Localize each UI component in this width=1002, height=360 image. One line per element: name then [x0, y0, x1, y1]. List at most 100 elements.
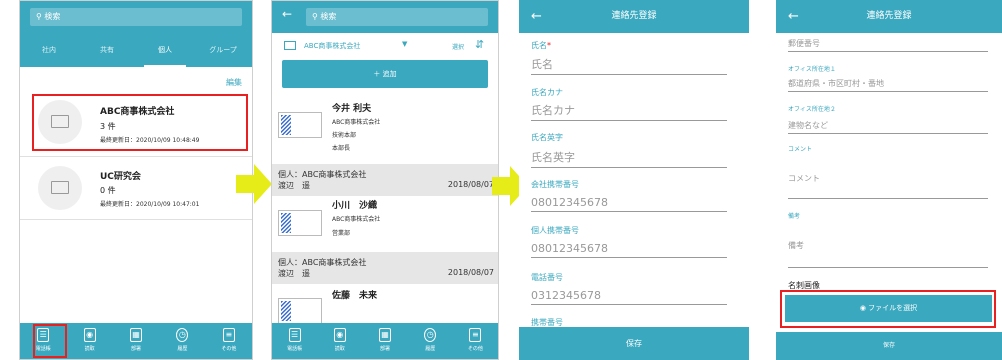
field-label-address2: オフィス所在地２ — [788, 106, 836, 113]
nav-other[interactable]: ≡ その他 — [453, 323, 498, 359]
tab-group[interactable]: グループ — [194, 33, 252, 67]
nav-label: 部署 — [380, 346, 391, 352]
nav-label: 履歴 — [177, 346, 188, 352]
kana-field[interactable]: 氏名カナ — [531, 102, 727, 121]
contact-name: 佐藤 未来 — [332, 291, 378, 301]
tab-company[interactable]: 社内 — [20, 33, 78, 67]
contact-title: 本部長 — [332, 145, 351, 152]
comment-field[interactable]: コメント — [788, 173, 988, 199]
divider — [20, 219, 252, 220]
address2-field[interactable]: 建物名など — [788, 120, 988, 134]
field-label-comment: コメント — [788, 146, 813, 153]
sort-icon[interactable]: ⇵ — [475, 38, 484, 51]
field-label-english: 氏名英字 — [531, 133, 563, 142]
group-label: 個人：ABC商事株式会社 — [278, 258, 367, 267]
tab-shared[interactable]: 共有 — [78, 33, 136, 67]
screen-folder-list: ⚲ 検索 社内 共有 個人 グループ 編集 ABC商事株式会社 3 件 最終更新… — [19, 0, 253, 360]
phone-field[interactable]: 0312345678 — [531, 289, 727, 305]
field-label-note: 備考 — [788, 213, 801, 220]
edit-link[interactable]: 編集 — [226, 77, 242, 88]
back-arrow-icon[interactable]: ← — [531, 0, 542, 33]
page-title: 連絡先登録 — [866, 11, 912, 21]
contact-dept: 営業部 — [332, 230, 351, 237]
folder-updated: 最終更新日：2020/10/09 10:47:01 — [100, 201, 200, 208]
folder-count: 0 件 — [100, 186, 116, 195]
folder-icon — [284, 41, 296, 50]
search-input[interactable]: ⚲ 検索 — [306, 8, 488, 26]
camera-icon: ◉ — [333, 328, 346, 342]
field-label-phone: 電話番号 — [531, 273, 563, 282]
search-placeholder: 検索 — [320, 12, 337, 21]
group-label: 個人：ABC商事株式会社 — [278, 170, 367, 179]
menu-icon: ≡ — [469, 328, 482, 342]
folder-icon — [51, 181, 69, 194]
field-label-address1: オフィス所在地１ — [788, 66, 836, 73]
nav-label: 電話帳 — [287, 346, 303, 352]
nav-label: その他 — [467, 346, 483, 352]
back-arrow-icon[interactable]: ← — [788, 0, 799, 33]
flow-arrow — [236, 164, 272, 204]
building-icon: ▦ — [379, 328, 391, 342]
personal-mobile-field[interactable]: 08012345678 — [531, 242, 727, 258]
search-icon: ⚲ — [36, 12, 42, 21]
header-bar: ← ⚲ 検索 — [272, 1, 498, 33]
nav-history[interactable]: ◷ 履歴 — [408, 323, 453, 359]
folder-icon-circle — [38, 166, 82, 210]
save-button[interactable]: 保存 — [776, 332, 1002, 360]
select-link[interactable]: 選択 — [452, 42, 464, 51]
highlight-box — [33, 324, 67, 358]
nav-label: その他 — [221, 346, 237, 352]
field-label-personal-mobile: 個人携帯番号 — [531, 226, 579, 235]
screen-contact-register-bottom: ← 連絡先登録 郵便番号 オフィス所在地１ 都道府県・市区町村・番地 オフィス所… — [776, 0, 1002, 360]
group-date: 2018/08/07 — [447, 180, 494, 189]
screen-contact-list: ← ⚲ 検索 ABC商事株式会社 ▼ 選択 ⇵ ＋ 追加 今井 利夫 ABC商事… — [271, 0, 499, 360]
contact-company: ABC商事株式会社 — [332, 119, 381, 126]
nav-department[interactable]: ▦ 部署 — [113, 323, 159, 359]
dropdown-caret-icon[interactable]: ▼ — [402, 40, 407, 48]
nav-label: 部署 — [131, 346, 142, 352]
search-placeholder: 検索 — [44, 12, 61, 21]
field-label-kana: 氏名カナ — [531, 88, 563, 97]
search-input[interactable]: ⚲ 検索 — [30, 8, 242, 26]
nav-label: 読取 — [334, 346, 345, 352]
nav-other[interactable]: ≡ その他 — [206, 323, 252, 359]
camera-icon: ◉ — [83, 328, 96, 342]
header-bar: ← 連絡先登録 — [776, 0, 1002, 33]
header-bar: ⚲ 検索 — [20, 1, 252, 33]
menu-icon: ≡ — [222, 328, 235, 342]
highlight-box — [32, 94, 248, 151]
postal-code-field[interactable]: 郵便番号 — [788, 38, 988, 52]
nav-department[interactable]: ▦ 部署 — [362, 323, 407, 359]
business-card-thumbnail — [278, 112, 322, 138]
nav-scan[interactable]: ◉ 読取 — [66, 323, 112, 359]
folder-title: UC研究会 — [100, 172, 141, 182]
contact-name: 今井 利夫 — [332, 104, 372, 114]
group-header: 個人：ABC商事株式会社 渡辺 遥 2018/08/07 — [272, 252, 498, 284]
nav-history[interactable]: ◷ 履歴 — [159, 323, 205, 359]
back-arrow-icon[interactable]: ← — [282, 7, 292, 21]
company-mobile-field[interactable]: 08012345678 — [531, 196, 727, 212]
contact-dept: 技術本部 — [332, 132, 357, 139]
clock-icon: ◷ — [424, 328, 437, 342]
nav-label: 履歴 — [425, 346, 436, 352]
nav-scan[interactable]: ◉ 読取 — [317, 323, 362, 359]
save-button[interactable]: 保存 — [519, 327, 749, 360]
business-card-thumbnail — [278, 298, 322, 324]
address1-field[interactable]: 都道府県・市区町村・番地 — [788, 78, 988, 92]
page-title: 連絡先登録 — [611, 11, 657, 21]
nav-label: 読取 — [84, 346, 95, 352]
group-date: 2018/08/07 — [447, 268, 494, 277]
required-mark: * — [547, 41, 551, 50]
tab-personal[interactable]: 個人 — [136, 33, 194, 67]
tab-bar: 社内 共有 個人 グループ — [20, 33, 252, 67]
add-button[interactable]: ＋ 追加 — [282, 60, 488, 88]
name-field[interactable]: 氏名 — [531, 56, 727, 75]
note-field[interactable]: 備考 — [788, 240, 988, 268]
nav-phonebook[interactable]: ☰ 電話帳 — [272, 323, 317, 359]
english-name-field[interactable]: 氏名英字 — [531, 149, 727, 168]
field-label-company-mobile: 会社携帯番号 — [531, 180, 579, 189]
group-header: 個人：ABC商事株式会社 渡辺 遥 2018/08/07 — [272, 164, 498, 196]
folder-selector[interactable]: ABC商事株式会社 — [304, 41, 360, 51]
header-bar: ← 連絡先登録 — [519, 0, 749, 33]
field-label-name: 氏名* — [531, 41, 551, 50]
